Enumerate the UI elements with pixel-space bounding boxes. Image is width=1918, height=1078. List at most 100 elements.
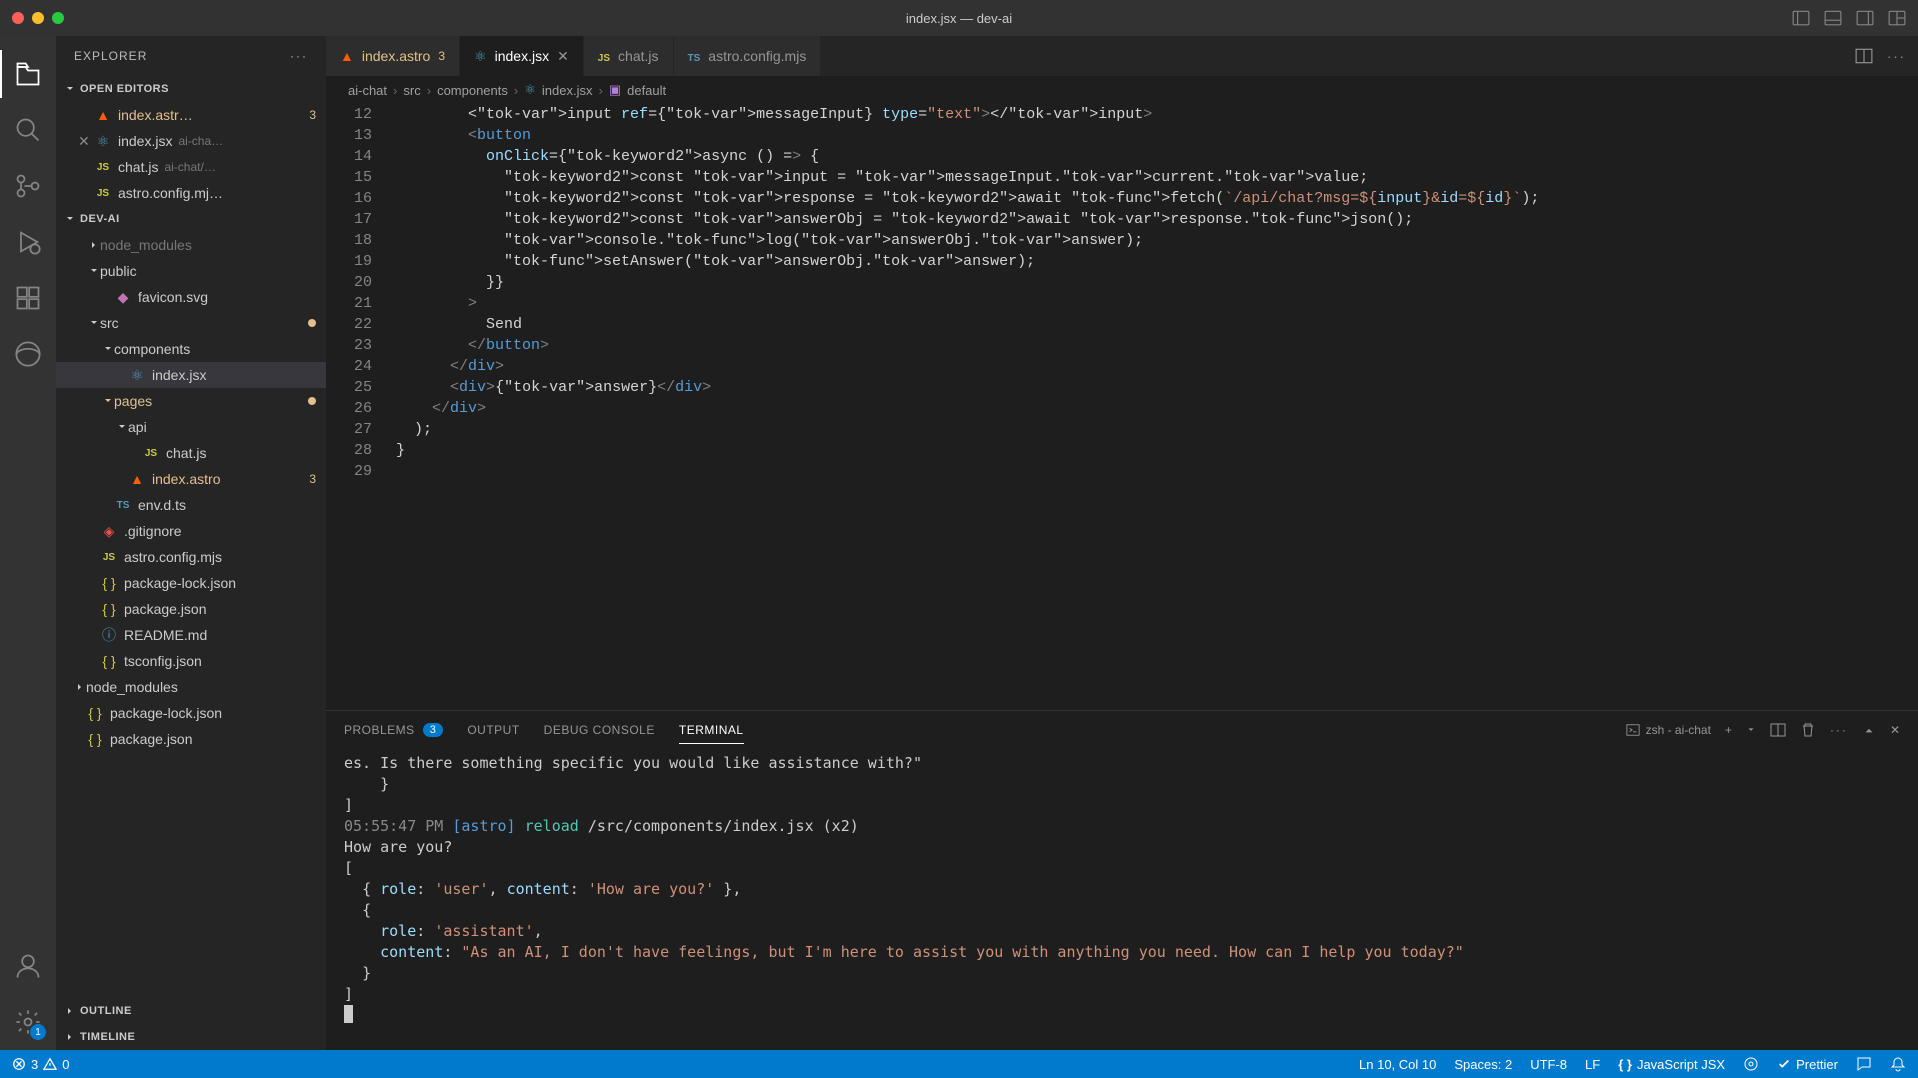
open-editor-item[interactable]: JSchat.jsai-chat/…: [56, 154, 326, 180]
panel-bottom-icon[interactable]: [1824, 9, 1842, 27]
edge-activity[interactable]: [0, 326, 56, 382]
react-icon: ⚛: [524, 82, 536, 98]
bottom-panel: PROBLEMS 3 OUTPUT DEBUG CONSOLE TERMINAL…: [326, 710, 1918, 1050]
breadcrumb-item[interactable]: index.jsx: [542, 83, 593, 98]
breadcrumb[interactable]: ai-chat› src› components› ⚛ index.jsx› ▣…: [326, 76, 1918, 104]
tree-item[interactable]: JSastro.config.mjs: [56, 544, 326, 570]
tabs-bar: ▲index.astro3⚛index.jsx✕JSchat.jsTSastro…: [326, 36, 1918, 76]
outline-section[interactable]: OUTLINE: [56, 998, 326, 1024]
close-panel-icon[interactable]: ✕: [1890, 723, 1900, 737]
terminal-picker[interactable]: zsh - ai-chat: [1626, 723, 1711, 737]
split-editor-icon[interactable]: [1855, 47, 1873, 65]
tree-item[interactable]: node_modules: [56, 232, 326, 258]
prettier[interactable]: Prettier: [1777, 1057, 1838, 1072]
tree-item[interactable]: { }tsconfig.json: [56, 648, 326, 674]
breadcrumb-item[interactable]: ai-chat: [348, 83, 387, 98]
open-editor-item[interactable]: JSastro.config.mj…: [56, 180, 326, 206]
terminal-output[interactable]: es. Is there something specific you woul…: [326, 749, 1918, 1050]
live-share-icon[interactable]: [1743, 1056, 1759, 1072]
more-icon[interactable]: ···: [1887, 49, 1906, 64]
tree-item[interactable]: { }package-lock.json: [56, 570, 326, 596]
chevron-right-icon: [64, 1031, 76, 1043]
language-mode[interactable]: { } JavaScript JSX: [1618, 1057, 1725, 1072]
terminal-dropdown-icon[interactable]: [1746, 725, 1756, 735]
explorer-activity[interactable]: [0, 46, 56, 102]
editor-tab[interactable]: TSastro.config.mjs: [674, 36, 822, 76]
tree-item[interactable]: JSchat.js: [56, 440, 326, 466]
layout-icon[interactable]: [1888, 9, 1906, 27]
project-section[interactable]: DEV-AI: [56, 206, 326, 232]
tree-item[interactable]: ⓘREADME.md: [56, 622, 326, 648]
feedback-icon[interactable]: [1856, 1056, 1872, 1072]
more-icon[interactable]: ···: [290, 49, 308, 63]
account-activity[interactable]: [0, 938, 56, 994]
new-terminal-icon[interactable]: +: [1725, 723, 1732, 737]
chevron-down-icon: [64, 83, 76, 95]
tree-item[interactable]: pages: [56, 388, 326, 414]
settings-activity[interactable]: 1: [0, 994, 56, 1050]
open-editors-section[interactable]: OPEN EDITORS: [56, 76, 326, 102]
extensions-activity[interactable]: [0, 270, 56, 326]
editor-tab[interactable]: ▲index.astro3: [326, 36, 460, 76]
eol[interactable]: LF: [1585, 1057, 1600, 1072]
open-editor-item[interactable]: ▲index.astr…3: [56, 102, 326, 128]
breadcrumb-item[interactable]: components: [437, 83, 508, 98]
activity-bar: 1: [0, 36, 56, 1050]
tree-item[interactable]: ◆favicon.svg: [56, 284, 326, 310]
errors-item[interactable]: 3 0: [12, 1057, 69, 1072]
tree-item[interactable]: components: [56, 336, 326, 362]
open-editors-label: OPEN EDITORS: [80, 83, 169, 95]
tree-item[interactable]: src: [56, 310, 326, 336]
tree-item[interactable]: { }package.json: [56, 596, 326, 622]
terminal-tab[interactable]: TERMINAL: [679, 723, 744, 744]
tree-item[interactable]: { }package.json: [56, 726, 326, 752]
code-editor[interactable]: 121314151617181920212223242526272829 <"t…: [326, 104, 1918, 710]
bell-icon[interactable]: [1890, 1056, 1906, 1072]
problems-tab[interactable]: PROBLEMS 3: [344, 723, 443, 737]
problems-badge: 3: [423, 723, 444, 737]
explorer-header: EXPLORER ···: [56, 36, 326, 76]
code-content[interactable]: <"tok-var">input ref={"tok-var">messageI…: [396, 104, 1918, 710]
tree-item[interactable]: api: [56, 414, 326, 440]
panel-tabs: PROBLEMS 3 OUTPUT DEBUG CONSOLE TERMINAL…: [326, 711, 1918, 749]
trash-icon[interactable]: [1800, 722, 1816, 738]
tree-item[interactable]: ◈.gitignore: [56, 518, 326, 544]
editor-tab[interactable]: JSchat.js: [584, 36, 674, 76]
symbol-icon: ▣: [609, 82, 621, 98]
breadcrumb-item[interactable]: default: [627, 83, 666, 98]
minimize-window-button[interactable]: [32, 12, 44, 24]
timeline-label: TIMELINE: [80, 1031, 135, 1043]
debug-activity[interactable]: [0, 214, 56, 270]
tree-item[interactable]: node_modules: [56, 674, 326, 700]
more-icon[interactable]: ···: [1830, 723, 1848, 737]
statusbar: 3 0 Ln 10, Col 10 Spaces: 2 UTF-8 LF { }…: [0, 1050, 1918, 1078]
panel-right-icon[interactable]: [1856, 9, 1874, 27]
ln-col[interactable]: Ln 10, Col 10: [1359, 1057, 1436, 1072]
project-label: DEV-AI: [80, 213, 120, 225]
panel-left-icon[interactable]: [1792, 9, 1810, 27]
explorer-title: EXPLORER: [74, 49, 147, 63]
timeline-section[interactable]: TIMELINE: [56, 1024, 326, 1050]
tree-item[interactable]: { }package-lock.json: [56, 700, 326, 726]
search-activity[interactable]: [0, 102, 56, 158]
close-window-button[interactable]: [12, 12, 24, 24]
tree-item[interactable]: ▲index.astro3: [56, 466, 326, 492]
spaces[interactable]: Spaces: 2: [1454, 1057, 1512, 1072]
split-terminal-icon[interactable]: [1770, 722, 1786, 738]
tree-item[interactable]: public: [56, 258, 326, 284]
outline-label: OUTLINE: [80, 1005, 132, 1017]
line-numbers: 121314151617181920212223242526272829: [326, 104, 396, 710]
maximize-panel-icon[interactable]: [1862, 723, 1876, 737]
maximize-window-button[interactable]: [52, 12, 64, 24]
tree-item[interactable]: ⚛index.jsx: [56, 362, 326, 388]
encoding[interactable]: UTF-8: [1530, 1057, 1567, 1072]
breadcrumb-item[interactable]: src: [403, 83, 420, 98]
output-tab[interactable]: OUTPUT: [467, 723, 519, 737]
debug-console-tab[interactable]: DEBUG CONSOLE: [544, 723, 655, 737]
tree-item[interactable]: TSenv.d.ts: [56, 492, 326, 518]
editor-tab[interactable]: ⚛index.jsx✕: [460, 36, 584, 76]
open-editor-item[interactable]: ✕⚛index.jsxai-cha…: [56, 128, 326, 154]
chevron-right-icon: [64, 1005, 76, 1017]
settings-badge: 1: [30, 1024, 46, 1040]
source-control-activity[interactable]: [0, 158, 56, 214]
